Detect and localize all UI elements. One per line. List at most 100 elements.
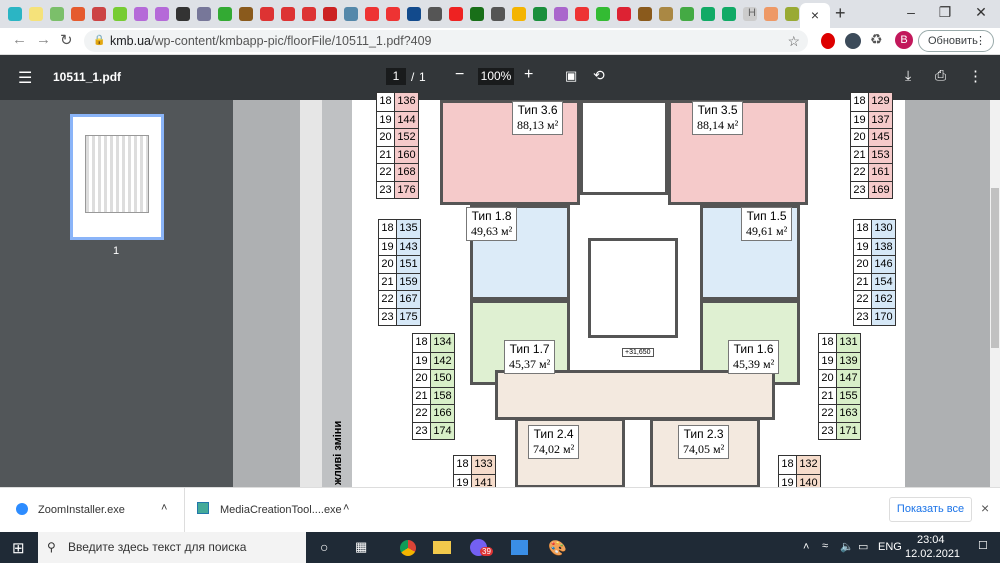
pinned-tab-icon[interactable]: [407, 7, 421, 21]
download-item[interactable]: MediaCreationTool....exe ˄: [185, 488, 370, 533]
apartment-number: 170: [872, 308, 895, 325]
pinned-tab-icon[interactable]: [785, 7, 799, 21]
pinned-tab-icon[interactable]: [50, 7, 64, 21]
chrome-taskbar-icon[interactable]: [400, 540, 416, 556]
update-button[interactable]: Обновить ⋮: [918, 30, 994, 52]
floor-number: 18: [854, 220, 872, 238]
pinned-tab-icon[interactable]: [701, 7, 715, 21]
extension-e-icon[interactable]: [845, 33, 861, 49]
table-row: 21 160: [377, 145, 418, 163]
forward-button[interactable]: →: [36, 31, 51, 48]
pinned-tab-icon[interactable]: [470, 7, 484, 21]
volume-icon[interactable]: 🔈: [840, 540, 854, 553]
zoom-in-button[interactable]: +: [524, 66, 533, 84]
pinned-tab-icon[interactable]: [8, 7, 22, 21]
close-download-bar[interactable]: ×: [981, 500, 989, 516]
pinned-tab-icon[interactable]: [596, 7, 610, 21]
pinned-tab-icon[interactable]: [323, 7, 337, 21]
pinned-tab-icon[interactable]: [764, 7, 778, 21]
close-window-button[interactable]: ✕: [966, 4, 996, 21]
pinned-tab-icon[interactable]: [260, 7, 274, 21]
pinned-tab-icon[interactable]: [92, 7, 106, 21]
floor-number: 19: [379, 238, 397, 255]
task-view-icon[interactable]: ▦: [355, 539, 367, 555]
pinned-tab-icon[interactable]: [659, 7, 673, 21]
pinned-tab-icon[interactable]: [638, 7, 652, 21]
scrollbar-thumb[interactable]: [991, 188, 999, 348]
pinned-tab-icon[interactable]: [365, 7, 379, 21]
extension-icon[interactable]: [821, 33, 835, 49]
cortana-icon[interactable]: ○: [320, 539, 328, 555]
more-menu-icon[interactable]: ⋮: [968, 67, 983, 85]
pinned-tab-icon[interactable]: [617, 7, 631, 21]
minimize-button[interactable]: –: [896, 4, 926, 20]
pinned-tab-icon[interactable]: [491, 7, 505, 21]
zoom-input[interactable]: 100%: [478, 68, 514, 85]
stair-core: [580, 100, 668, 195]
active-tab-close-button[interactable]: ×: [800, 3, 830, 28]
page-input[interactable]: 1: [386, 68, 406, 85]
profile-avatar[interactable]: B: [895, 31, 913, 49]
language-indicator[interactable]: ENG: [878, 541, 902, 553]
back-button[interactable]: ←: [12, 31, 27, 48]
battery-icon[interactable]: ▭: [858, 540, 868, 553]
clock-date[interactable]: 12.02.2021: [905, 548, 960, 560]
pinned-tab-icon[interactable]: [533, 7, 547, 21]
pinned-tab-icon[interactable]: [554, 7, 568, 21]
clock-time[interactable]: 23:04: [917, 534, 945, 546]
table-row: 18 133: [454, 456, 495, 474]
pinned-tab-icon[interactable]: [176, 7, 190, 21]
paint-icon[interactable]: 🎨: [548, 539, 567, 557]
taskbar-search[interactable]: ⚲ Введите здесь текст для поиска: [38, 532, 306, 563]
reload-button[interactable]: ↻: [60, 31, 73, 49]
apartment-number: 162: [872, 291, 895, 308]
windows-start-icon[interactable]: ⊞: [12, 539, 25, 557]
pinned-tab-icon[interactable]: [239, 7, 253, 21]
print-icon[interactable]: ⎙: [935, 67, 946, 84]
download-icon[interactable]: ⤓: [905, 67, 911, 84]
pinned-tab-icon[interactable]: [575, 7, 589, 21]
chevron-up-icon[interactable]: ˄: [343, 502, 349, 514]
rotate-icon[interactable]: ⟲: [593, 67, 605, 84]
pinned-tab-icon[interactable]: [197, 7, 211, 21]
pinned-tab-icon[interactable]: [428, 7, 442, 21]
apartment-type: Тип 1.6: [733, 342, 774, 356]
chevron-up-icon[interactable]: ˄: [161, 502, 167, 514]
menu-icon[interactable]: ☰: [18, 68, 32, 88]
page-thumbnail[interactable]: [70, 114, 164, 240]
pinned-tab-icon[interactable]: [218, 7, 232, 21]
pinned-tab-icon[interactable]: [281, 7, 295, 21]
address-bar[interactable]: 🔒 kmb.ua/wp-content/kmbapp-pic/floorFile/…: [84, 30, 808, 52]
download-item[interactable]: ZoomInstaller.exe ˄: [0, 488, 185, 533]
pinned-tab-icon[interactable]: [344, 7, 358, 21]
pinned-tab-icon[interactable]: [722, 7, 736, 21]
extensions-puzzle-icon[interactable]: ♻: [870, 31, 883, 48]
pinned-tab-icon[interactable]: [302, 7, 316, 21]
pinned-tab-icon[interactable]: [386, 7, 400, 21]
tray-chevron-icon[interactable]: ˄: [803, 541, 809, 553]
new-tab-button[interactable]: +: [835, 3, 846, 24]
pinned-tab-icon[interactable]: [113, 7, 127, 21]
pinned-tab-icon[interactable]: [512, 7, 526, 21]
pinned-tab-icon[interactable]: [680, 7, 694, 21]
pinned-tab-icon[interactable]: [155, 7, 169, 21]
apartment-label: Тип 2.3 74,05 м²: [678, 425, 730, 459]
pinned-tab-icon[interactable]: [71, 7, 85, 21]
tab-letter[interactable]: H: [748, 7, 762, 21]
pinned-tab-icon[interactable]: [449, 7, 463, 21]
notifications-icon[interactable]: ☐: [978, 539, 988, 552]
pinned-tab-icon[interactable]: [134, 7, 148, 21]
floor-number: 18: [819, 334, 837, 352]
wifi-icon[interactable]: ≈: [822, 540, 828, 552]
fit-page-icon[interactable]: ▣: [565, 68, 577, 84]
photos-icon[interactable]: [511, 540, 528, 555]
pinned-tab-icon[interactable]: [29, 7, 43, 21]
table-row: 18 129: [851, 93, 892, 111]
apartment-number: 135: [397, 220, 420, 238]
zoom-out-button[interactable]: −: [455, 66, 464, 84]
bookmark-star-icon[interactable]: ☆: [787, 30, 800, 52]
show-all-button[interactable]: Показать все: [889, 497, 972, 522]
apartment-number: 167: [397, 291, 420, 308]
maximize-button[interactable]: ❐: [930, 4, 960, 21]
file-explorer-icon[interactable]: [433, 541, 451, 554]
